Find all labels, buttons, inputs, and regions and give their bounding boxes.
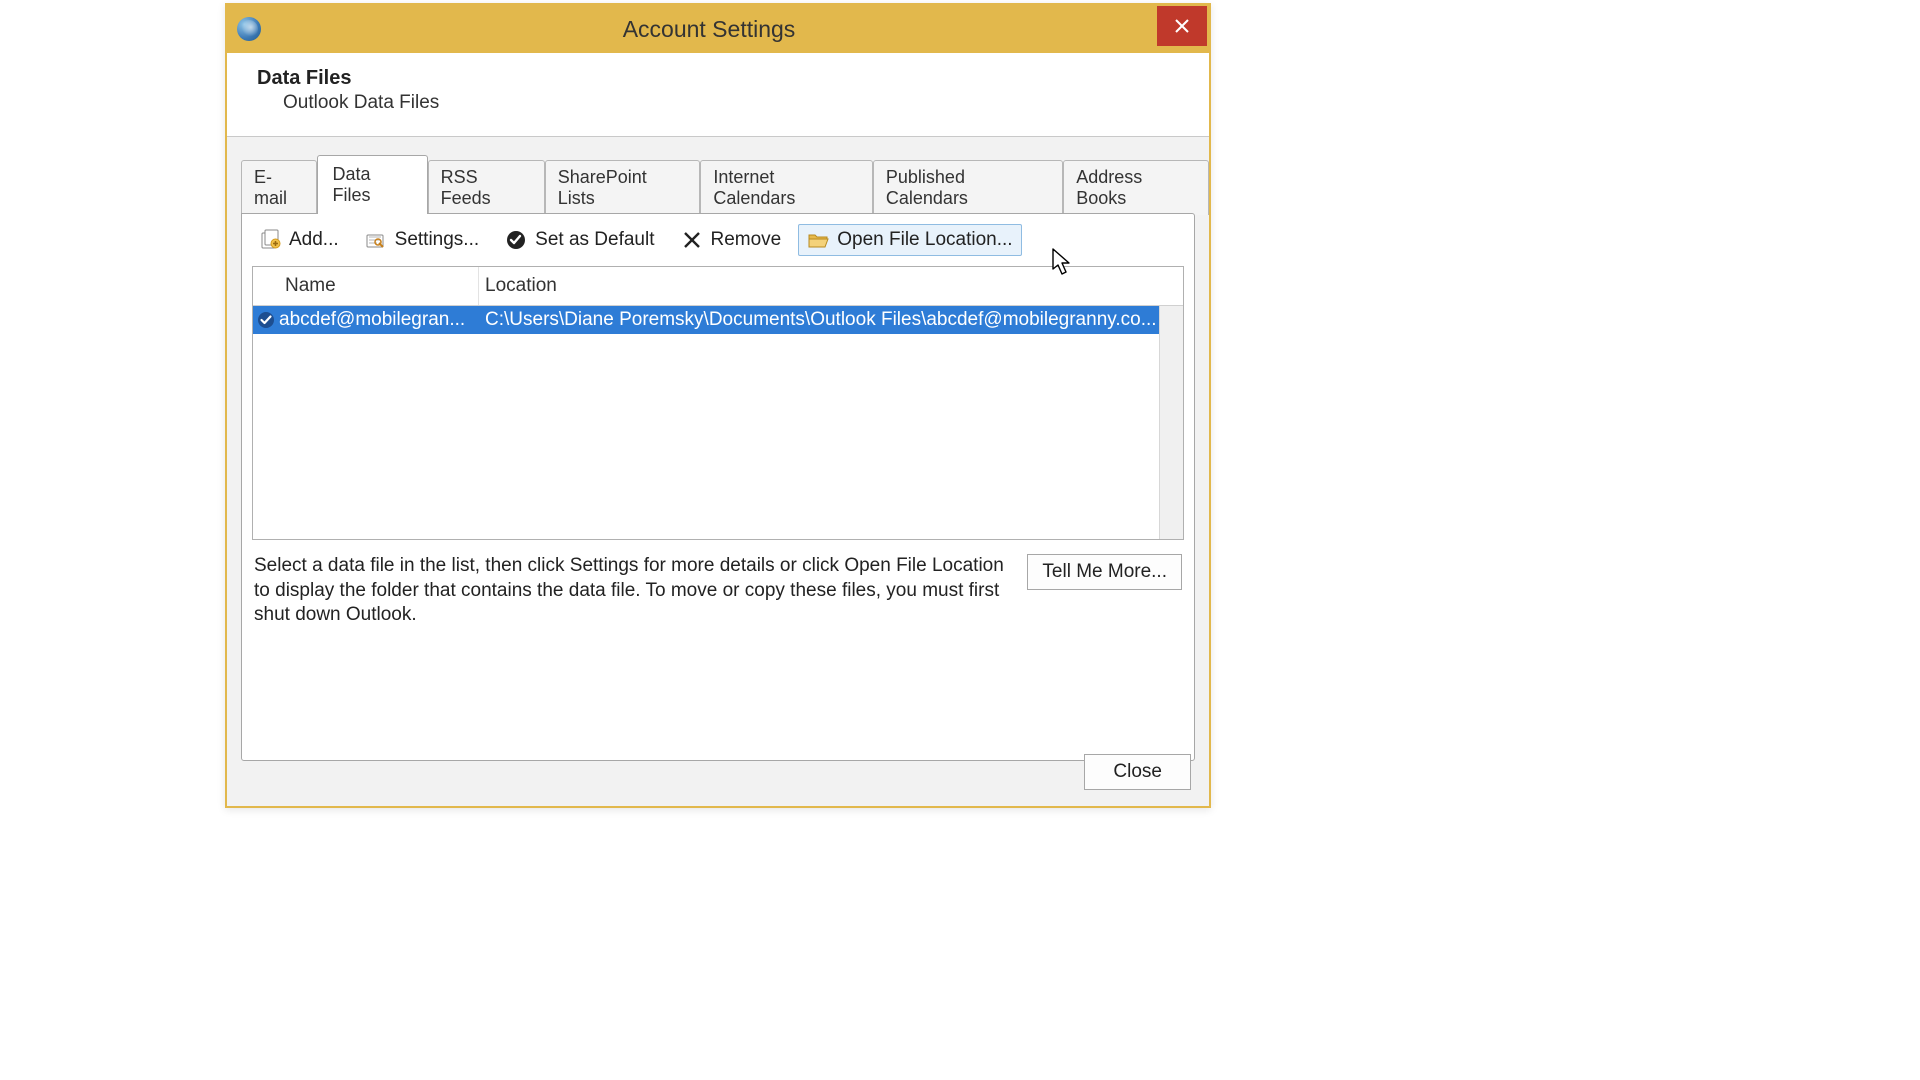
folder-open-icon (807, 229, 829, 251)
tab-internet-calendars[interactable]: Internet Calendars (700, 160, 873, 215)
tab-published-calendars[interactable]: Published Calendars (873, 160, 1063, 215)
set-default-label: Set as Default (535, 229, 654, 251)
remove-button[interactable]: Remove (672, 224, 791, 256)
vertical-scrollbar[interactable] (1159, 306, 1183, 539)
close-button[interactable]: Close (1084, 754, 1191, 790)
hint-row: Select a data file in the list, then cli… (242, 540, 1194, 628)
tab-sharepoint-lists[interactable]: SharePoint Lists (545, 160, 701, 215)
remove-label: Remove (711, 229, 782, 251)
tell-me-more-button[interactable]: Tell Me More... (1027, 554, 1182, 590)
add-button[interactable]: Add... (250, 224, 348, 256)
add-icon (259, 229, 281, 251)
set-default-button[interactable]: Set as Default (496, 224, 663, 256)
tabstrip: E-mail Data Files RSS Feeds SharePoint L… (227, 155, 1209, 214)
close-window-button[interactable] (1157, 6, 1207, 46)
settings-button[interactable]: Settings... (356, 224, 489, 256)
column-name[interactable]: Name (279, 267, 479, 305)
row-name: abcdef@mobilegran... (279, 309, 479, 331)
column-icon[interactable] (253, 267, 279, 305)
page-subtitle: Outlook Data Files (283, 92, 1179, 114)
tab-panel-data-files: Add... Settings... Set as Default Remove (241, 213, 1195, 761)
page-title: Data Files (257, 67, 1179, 90)
tab-data-files[interactable]: Data Files (317, 155, 427, 214)
list-row[interactable]: abcdef@mobilegran... C:\Users\Diane Pore… (253, 306, 1183, 334)
add-label: Add... (289, 229, 339, 251)
remove-icon (681, 229, 703, 251)
tab-rss-feeds[interactable]: RSS Feeds (428, 160, 545, 215)
data-files-list[interactable]: Name Location abcdef@mobilegran... C:\Us… (252, 266, 1184, 540)
list-body: abcdef@mobilegran... C:\Users\Diane Pore… (253, 306, 1183, 539)
dialog-footer: Close (1084, 754, 1191, 790)
list-header: Name Location (253, 267, 1183, 306)
account-settings-dialog: Account Settings Data Files Outlook Data… (225, 3, 1211, 808)
default-indicator-icon (253, 311, 279, 329)
data-files-toolbar: Add... Settings... Set as Default Remove (242, 214, 1194, 266)
column-location[interactable]: Location (479, 267, 1183, 305)
window-title: Account Settings (261, 16, 1157, 43)
check-circle-icon (505, 229, 527, 251)
titlebar: Account Settings (227, 5, 1209, 53)
open-file-location-button[interactable]: Open File Location... (798, 224, 1021, 256)
row-location: C:\Users\Diane Poremsky\Documents\Outloo… (479, 309, 1183, 331)
tab-address-books[interactable]: Address Books (1063, 160, 1209, 215)
settings-icon (365, 229, 387, 251)
settings-label: Settings... (395, 229, 480, 251)
hint-text: Select a data file in the list, then cli… (254, 554, 1009, 628)
header: Data Files Outlook Data Files (227, 53, 1209, 137)
close-icon (1175, 19, 1189, 33)
tab-email[interactable]: E-mail (241, 160, 317, 215)
app-icon (237, 17, 261, 41)
open-file-location-label: Open File Location... (837, 229, 1012, 251)
